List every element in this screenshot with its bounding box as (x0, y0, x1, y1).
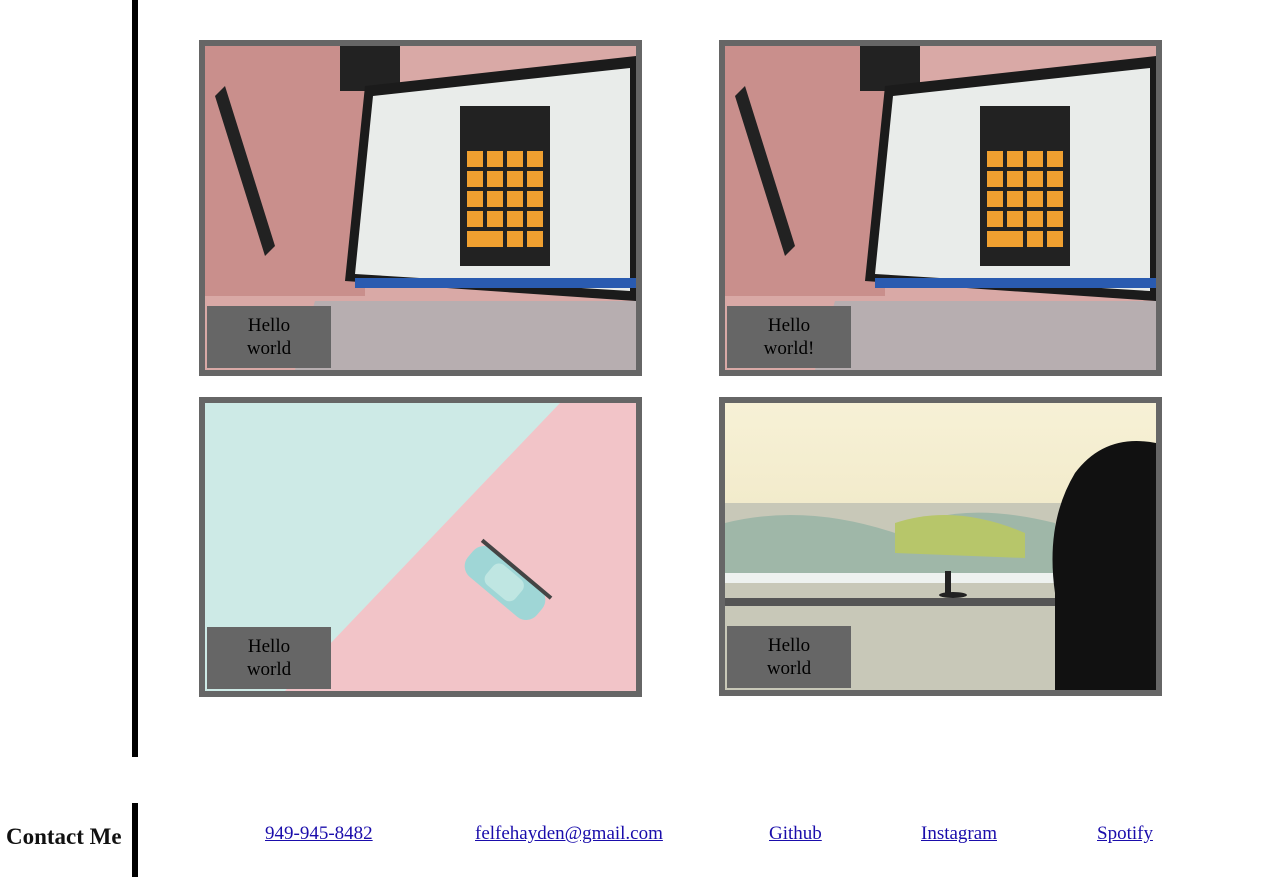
project-card-4[interactable]: Hello world (719, 397, 1162, 696)
project-card-3[interactable]: Hello world (199, 397, 642, 697)
instagram-link[interactable]: Instagram (921, 823, 997, 845)
divider-line-bottom (132, 803, 138, 877)
email-link[interactable]: felfehayden@gmail.com (475, 823, 663, 845)
card-caption: Hello world! (727, 306, 851, 368)
project-card-1[interactable]: Hello world (199, 40, 642, 376)
spotify-link[interactable]: Spotify (1097, 823, 1153, 845)
card-caption: Hello world (207, 627, 331, 689)
phone-link[interactable]: 949-945-8482 (265, 823, 373, 845)
github-link[interactable]: Github (769, 823, 822, 845)
contact-heading: Contact Me (6, 824, 122, 849)
divider-line-top (132, 0, 138, 757)
card-caption: Hello world (207, 306, 331, 368)
card-caption: Hello world (727, 626, 851, 688)
project-card-2[interactable]: Hello world! (719, 40, 1162, 376)
